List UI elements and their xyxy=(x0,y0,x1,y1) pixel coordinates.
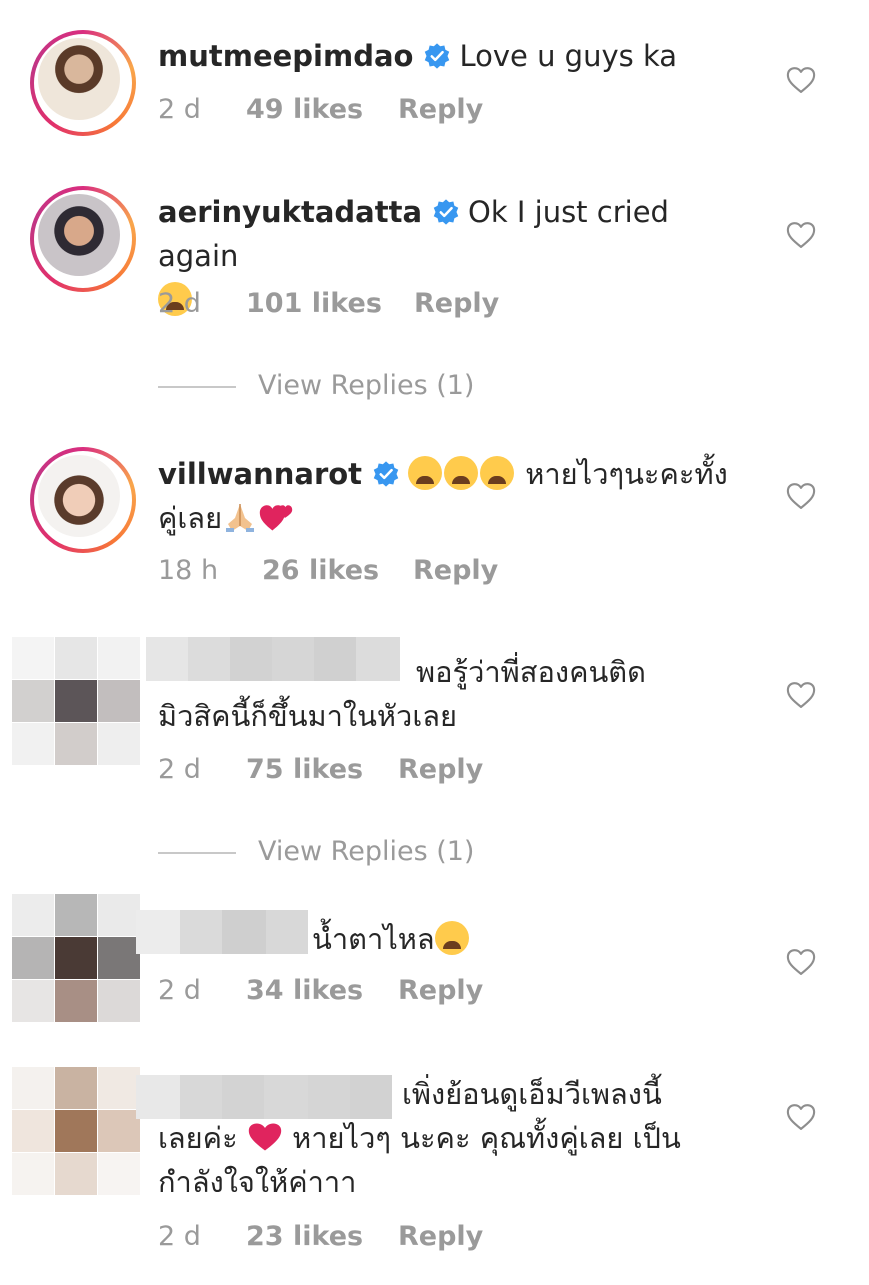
comment-text: พอรู้ว่าพี่สองคนติด มิวสิคนี้ก็ขึ้นมาในห… xyxy=(158,650,758,738)
reply-button[interactable]: Reply xyxy=(398,973,483,1009)
crying-face-emoji-icon xyxy=(434,921,469,955)
username[interactable]: aerinyuktadatta xyxy=(158,195,422,229)
divider-line xyxy=(158,386,236,388)
like-heart-icon[interactable] xyxy=(786,66,816,94)
crying-face-emoji-icon xyxy=(444,456,479,490)
red-heart-emoji-icon xyxy=(248,1123,282,1151)
comment-text: น้ำตาไหล xyxy=(158,917,758,961)
username[interactable]: villwannarot xyxy=(158,457,362,491)
comment-text: mutmeepimdao Love u guys ka xyxy=(158,34,758,78)
timestamp: 2 d xyxy=(158,1221,201,1252)
avatar[interactable] xyxy=(12,894,140,1022)
like-heart-icon[interactable] xyxy=(786,1103,816,1131)
timestamp: 2 d xyxy=(158,754,201,785)
folded-hands-emoji-icon xyxy=(226,504,255,532)
comment-body-line2a: เลยค่ะ xyxy=(158,1121,238,1155)
like-heart-icon[interactable] xyxy=(786,482,816,510)
comment-text: villwannarot หายไวๆนะคะทั้ง คู่เลย xyxy=(158,452,758,540)
divider-line xyxy=(158,852,236,854)
like-heart-icon[interactable] xyxy=(786,948,816,976)
comment-body: น้ำตาไหล xyxy=(312,922,435,956)
avatar[interactable] xyxy=(30,447,136,553)
timestamp: 2 d xyxy=(158,94,201,125)
verified-badge-icon xyxy=(423,42,451,70)
reply-button[interactable]: Reply xyxy=(414,286,499,322)
likes-count[interactable]: 23 likes xyxy=(246,1219,363,1255)
comment-body: Love u guys ka xyxy=(459,39,677,73)
likes-count[interactable]: 101 likes xyxy=(246,286,382,322)
avatar[interactable] xyxy=(30,186,136,292)
avatar[interactable] xyxy=(12,1067,140,1195)
reply-button[interactable]: Reply xyxy=(398,752,483,788)
comment-body-line2: มิวสิคนี้ก็ขึ้นมาในหัวเลย xyxy=(158,699,457,733)
view-replies-label[interactable]: View Replies (1) xyxy=(258,834,474,870)
reply-button[interactable]: Reply xyxy=(413,553,498,589)
likes-count[interactable]: 49 likes xyxy=(246,92,363,128)
comment-text: เพิ่งย้อนดูเอ็มวีเพลงนี้ เลยค่ะ หายไวๆ น… xyxy=(158,1072,758,1204)
comment-body-line3: กำลังใจให้ค่าาา xyxy=(158,1165,357,1199)
likes-count[interactable]: 26 likes xyxy=(262,553,379,589)
likes-count[interactable]: 34 likes xyxy=(246,973,363,1009)
comment-body-line2b: หายไวๆ นะคะ คุณทั้งคู่เลย เป็น xyxy=(292,1121,681,1155)
timestamp: 18 h xyxy=(158,555,219,586)
comment-body-line2: คู่เลย xyxy=(158,501,223,535)
verified-badge-icon xyxy=(372,460,400,488)
avatar[interactable] xyxy=(12,637,140,765)
two-hearts-emoji-icon xyxy=(259,505,293,531)
comment-body: เพิ่งย้อนดูเอ็มวีเพลงนี้ xyxy=(402,1077,662,1111)
timestamp: 2 d xyxy=(158,975,201,1006)
crying-face-emoji-icon xyxy=(408,456,443,490)
reply-button[interactable]: Reply xyxy=(398,92,483,128)
comment-body: หายไวๆนะคะทั้ง xyxy=(525,457,728,491)
like-heart-icon[interactable] xyxy=(786,681,816,709)
timestamp: 2 d xyxy=(158,288,201,319)
verified-badge-icon xyxy=(432,198,460,226)
likes-count[interactable]: 75 likes xyxy=(246,752,363,788)
username[interactable]: mutmeepimdao xyxy=(158,39,413,73)
crying-face-emoji-icon xyxy=(480,456,515,490)
comment-body: พอรู้ว่าพี่สองคนติด xyxy=(416,655,646,689)
like-heart-icon[interactable] xyxy=(786,221,816,249)
reply-button[interactable]: Reply xyxy=(398,1219,483,1255)
view-replies-label[interactable]: View Replies (1) xyxy=(258,368,474,404)
avatar[interactable] xyxy=(30,30,136,136)
